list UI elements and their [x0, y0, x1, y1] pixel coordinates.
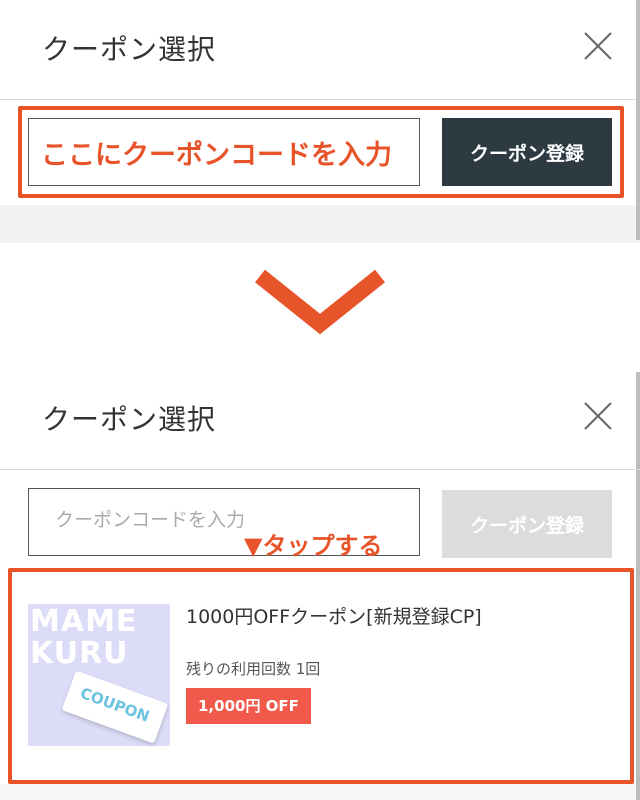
brand-line-1: MAME	[30, 604, 138, 639]
close-icon[interactable]	[582, 30, 614, 62]
panel-bottom-edge	[0, 784, 636, 800]
chevron-down-icon	[255, 269, 385, 335]
coupon-code-input[interactable]	[28, 118, 420, 186]
brand-logo-text: MAME KURU	[30, 606, 137, 670]
coupon-register-button[interactable]: クーポン登録	[442, 490, 612, 558]
ticket-text: COUPON	[77, 684, 152, 726]
scrollbar[interactable]	[636, 0, 640, 240]
page-title: クーポン選択	[42, 403, 217, 436]
coupon-register-button[interactable]: クーポン登録	[442, 118, 612, 186]
close-icon[interactable]	[582, 400, 614, 432]
coupon-thumbnail: MAME KURU COUPON	[28, 604, 170, 746]
coupon-select-panel-before: クーポン選択 クーポン登録	[0, 0, 640, 205]
page-title: クーポン選択	[42, 33, 217, 66]
coupon-remaining-uses: 残りの利用回数 1回	[186, 660, 321, 678]
brand-line-2: KURU	[30, 636, 129, 671]
discount-badge: 1,000円 OFF	[186, 688, 311, 724]
coupon-ticket-graphic: COUPON	[61, 670, 169, 744]
panel-header: クーポン選択	[0, 0, 640, 100]
coupon-title: 1000円OFFクーポン[新規登録CP]	[186, 606, 482, 628]
coupon-list-item[interactable]: MAME KURU COUPON 1000円OFFクーポン[新規登録CP] 残り…	[8, 574, 632, 774]
panel-bottom-edge	[0, 205, 640, 243]
tap-hint-label: ▼タップする	[244, 532, 383, 560]
panel-header: クーポン選択	[0, 370, 640, 470]
